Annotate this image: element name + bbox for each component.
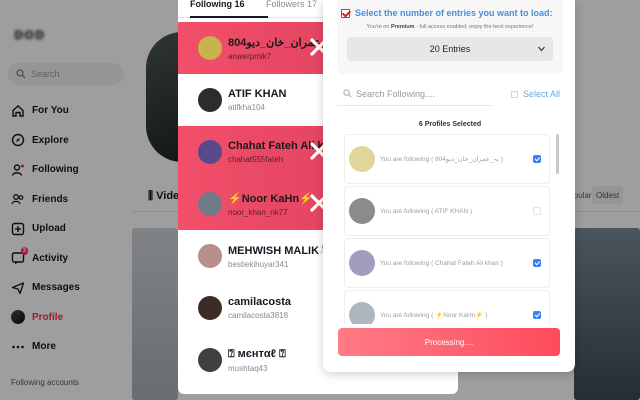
- entries-dropdown[interactable]: 20 Entries: [347, 37, 553, 61]
- plan-notice-prefix: You're on: [366, 24, 391, 30]
- user-avatar[interactable]: [198, 244, 222, 268]
- user-name[interactable]: MEHWISH MALIK🦄: [228, 244, 328, 257]
- user-text: ⚡Noor KaHn⚡ noor_khan_nk77: [228, 192, 313, 217]
- user-avatar[interactable]: [198, 348, 222, 372]
- entries-title-text: Select the number of entries you want to…: [355, 8, 553, 18]
- profile-follow-text: You are following ( 804بہ_عمران_خان_دیو …: [380, 156, 503, 163]
- plan-name: Premium: [390, 24, 415, 30]
- profile-avatar: [349, 146, 375, 172]
- profile-avatar: [349, 198, 375, 224]
- profile-checkbox[interactable]: [533, 155, 541, 163]
- profile-checkbox[interactable]: [533, 311, 541, 319]
- user-handle: noor_khan_nk77: [228, 207, 288, 217]
- tab-followers[interactable]: Followers 17: [266, 0, 317, 18]
- user-text: camilacosta camilacosta3818: [228, 296, 291, 320]
- profile-select-item[interactable]: You are following ( ATIF KHAN ): [344, 186, 550, 236]
- profile-avatar: [349, 250, 375, 276]
- user-avatar[interactable]: [198, 36, 222, 60]
- list-scrollbar[interactable]: [556, 134, 559, 174]
- user-name[interactable]: ⍰ мєнтαℓ ⍰: [228, 348, 286, 361]
- plan-notice: You're on Premium - full access enabled,…: [337, 24, 563, 30]
- profile-checkbox[interactable]: [533, 207, 541, 215]
- profile-follow-text: You are following ( ATIF KHAN ): [380, 207, 473, 215]
- user-text: ATIF KHAN atifkha104: [228, 88, 286, 112]
- profile-select-item[interactable]: You are following ( Chahat Fateh Ali kha…: [344, 238, 550, 288]
- profile-follow-text: You are following ( Chahat Fateh Ali kha…: [380, 259, 503, 267]
- checkbox-icon: [511, 90, 518, 98]
- extension-panel: Select the number of entries you want to…: [323, 0, 575, 372]
- user-handle: atifkha104: [228, 103, 265, 112]
- selected-count: 6 Profiles Selected: [418, 121, 482, 128]
- user-name[interactable]: camilacosta: [228, 296, 291, 308]
- processing-button[interactable]: Processing....: [338, 328, 560, 356]
- profile-select-item[interactable]: You are following ( 804بہ_عمران_خان_دیو …: [344, 134, 550, 184]
- profile-avatar: [349, 302, 375, 324]
- search-icon: [343, 89, 352, 98]
- profile-follow-text: You are following ( ⚡Noor KaHn⚡ ): [380, 312, 488, 319]
- user-name[interactable]: ⚡Noor KaHn⚡: [228, 192, 313, 205]
- search-following-placeholder: Search Following....: [356, 88, 436, 99]
- profile-select-item[interactable]: You are following ( ⚡Noor KaHn⚡ ): [344, 290, 550, 324]
- profile-select-list: You are following ( 804بہ_عمران_خان_دیو …: [341, 132, 565, 324]
- tab-following[interactable]: Following 16: [190, 0, 268, 18]
- user-text: MEHWISH MALIK🦄 bestiekihuyar341: [228, 244, 328, 269]
- search-following-input[interactable]: Search Following....: [337, 82, 493, 106]
- user-handle: mushtaq43: [228, 363, 268, 373]
- user-avatar[interactable]: [198, 88, 222, 112]
- chevron-down-icon: [538, 46, 545, 52]
- user-avatar[interactable]: [198, 296, 222, 320]
- user-handle: camilacosta3818: [228, 311, 289, 320]
- user-handle: bestiekihuyar341: [228, 259, 289, 269]
- select-all-checkbox[interactable]: Select All: [511, 89, 560, 99]
- entries-value: 20 Entries: [429, 44, 471, 54]
- entries-title: Select the number of entries you want to…: [341, 8, 557, 18]
- user-avatar[interactable]: [198, 140, 222, 164]
- profile-checkbox[interactable]: [533, 259, 541, 267]
- user-text: ⍰ мєнтαℓ ⍰ mushtaq43: [228, 348, 286, 373]
- user-name[interactable]: ATIF KHAN: [228, 88, 286, 100]
- plan-notice-suffix: - full access enabled, enjoy the best ex…: [414, 24, 534, 30]
- select-all-label: Select All: [523, 89, 561, 99]
- user-avatar[interactable]: [198, 192, 222, 216]
- checkmark-icon: [341, 8, 350, 18]
